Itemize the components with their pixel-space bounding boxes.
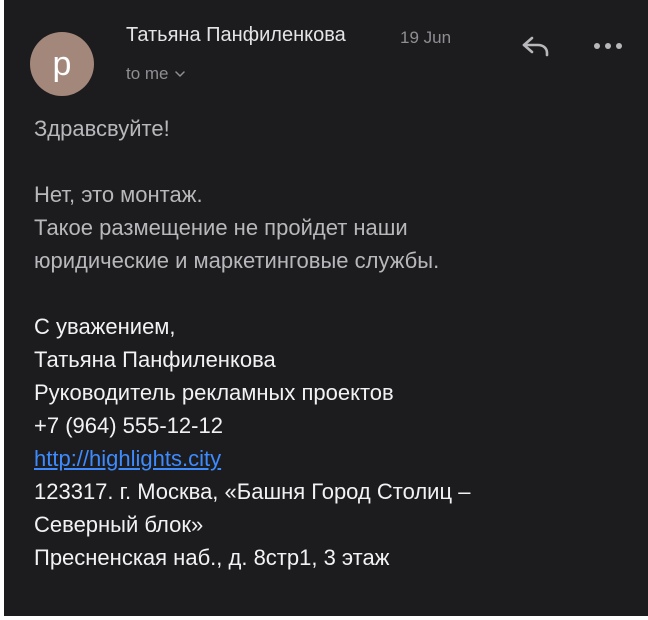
signature-address-line: 123317. г. Москва, «Башня Город Столиц – [34,479,471,504]
signature-address-line: Пресненская наб., д. 8стр1, 3 этаж [34,545,390,570]
signature-name: Татьяна Панфиленкова [34,347,276,372]
email-body: Здравсвуйте! Нет, это монтаж. Такое разм… [34,112,634,574]
recipient-toggle[interactable]: to me [126,64,185,84]
sender-name: Татьяна Панфиленкова [126,24,346,46]
signature-website-link[interactable]: http://highlights.city [34,446,221,471]
greeting: Здравсвуйте! [34,116,170,141]
more-options-button[interactable] [586,30,630,62]
signature-address-line: Северный блок» [34,512,204,537]
chevron-down-icon [174,71,185,77]
message-line: Такое размещение не пройдет наши [34,215,408,240]
message-text: Нет, это монтаж. Такое размещение не про… [34,178,634,277]
more-icon [594,43,622,49]
email-header: p Татьяна Панфиленкова 19 Jun to me [4,0,648,110]
signature-closing: С уважением, [34,314,176,339]
message-line: Нет, это монтаж. [34,182,203,207]
recipient-label: to me [126,64,169,83]
avatar-letter: p [52,45,72,83]
email-view: p Татьяна Панфиленкова 19 Jun to me Здра… [4,0,648,616]
message-line: юридические и маркетинговые службы. [34,248,440,273]
email-date: 19 Jun [400,28,452,47]
avatar[interactable]: p [30,32,94,96]
reply-icon [522,36,549,57]
signature-phone[interactable]: +7 (964) 555-12-12 [34,409,634,442]
signature-title: Руководитель рекламных проектов [34,380,394,405]
reply-button[interactable] [514,30,558,62]
signature: С уважением, Татьяна Панфиленкова Руково… [34,310,634,574]
